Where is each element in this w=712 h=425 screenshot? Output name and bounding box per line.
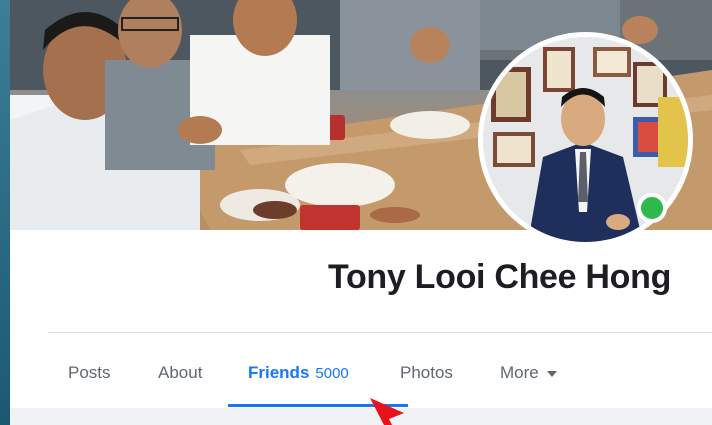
annotation-arrow-icon (370, 398, 404, 425)
screenshot-stage: Tony Looi Chee Hong Posts About Friends 5… (0, 0, 712, 425)
